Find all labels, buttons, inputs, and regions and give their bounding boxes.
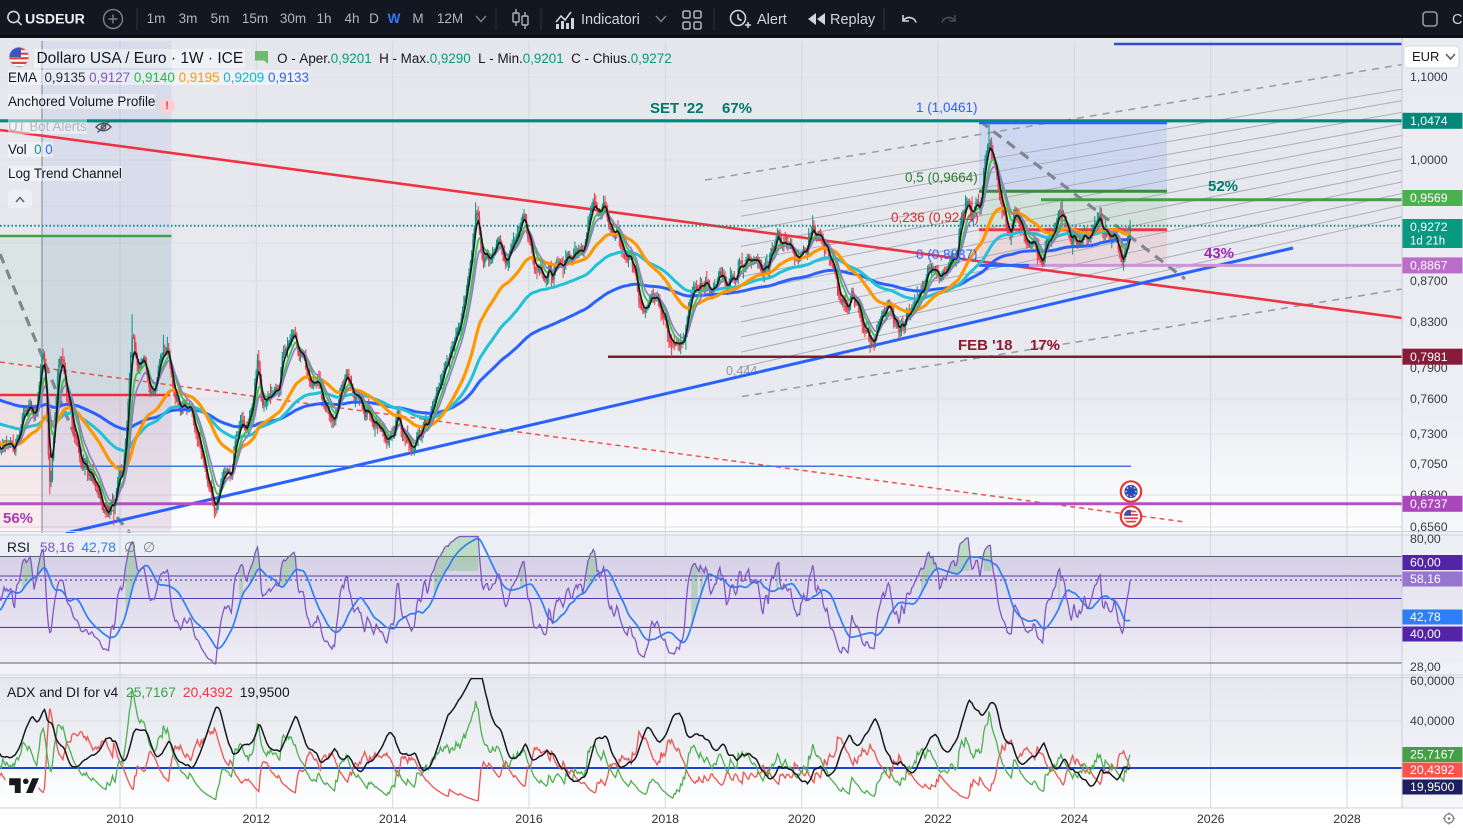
svg-text:1d 21h: 1d 21h bbox=[1410, 236, 1445, 248]
svg-text:USDEUR: USDEUR bbox=[25, 12, 85, 28]
svg-text:60,00: 60,00 bbox=[1410, 556, 1441, 570]
svg-text:52%: 52% bbox=[1208, 178, 1238, 195]
svg-text:RSI 58,1642,78∅∅: RSI 58,16 42,78 ∅ ∅ bbox=[7, 540, 155, 555]
svg-text:2026: 2026 bbox=[1197, 812, 1225, 826]
svg-text:0,8867: 0,8867 bbox=[1410, 259, 1448, 273]
svg-text:12M: 12M bbox=[437, 11, 463, 26]
svg-text:2010: 2010 bbox=[106, 812, 134, 826]
svg-text:0 (0,8837): 0 (0,8837) bbox=[916, 247, 978, 262]
svg-text:2014: 2014 bbox=[379, 812, 407, 826]
svg-text:0,7600: 0,7600 bbox=[1410, 392, 1448, 406]
svg-text:ADX and DI for v4 25,716720,43: ADX and DI for v4 25,7167 20,4392 19,9500 bbox=[7, 685, 290, 700]
svg-text:0,9569: 0,9569 bbox=[1410, 191, 1448, 205]
svg-text:67%: 67% bbox=[722, 100, 752, 117]
svg-text:0,9272: 0,9272 bbox=[1410, 220, 1448, 234]
svg-text:D: D bbox=[369, 11, 379, 26]
svg-text:2012: 2012 bbox=[243, 812, 271, 826]
svg-text:25,7167: 25,7167 bbox=[1410, 748, 1455, 762]
svg-text:Indicatori: Indicatori bbox=[581, 12, 640, 28]
svg-text:2020: 2020 bbox=[788, 812, 816, 826]
svg-text:0,5 (0,9664): 0,5 (0,9664) bbox=[905, 170, 978, 185]
svg-text:60,0000: 60,0000 bbox=[1410, 674, 1455, 688]
svg-text:Alert: Alert bbox=[757, 12, 787, 28]
svg-text:43%: 43% bbox=[1204, 245, 1234, 262]
svg-text:19,9500: 19,9500 bbox=[1410, 780, 1455, 794]
svg-text:1 (1,0461): 1 (1,0461) bbox=[916, 100, 978, 115]
svg-text:1h: 1h bbox=[316, 11, 331, 26]
svg-text:5m: 5m bbox=[211, 11, 230, 26]
svg-text:C: C bbox=[1452, 12, 1462, 28]
svg-text:M: M bbox=[412, 11, 423, 26]
svg-text:0,8700: 0,8700 bbox=[1410, 274, 1448, 288]
svg-text:17%: 17% bbox=[1030, 337, 1060, 354]
svg-text:1,1000: 1,1000 bbox=[1410, 70, 1448, 84]
svg-text:0,7981: 0,7981 bbox=[1410, 350, 1448, 364]
svg-text:2016: 2016 bbox=[515, 812, 543, 826]
svg-text:1m: 1m bbox=[147, 11, 166, 26]
svg-text:2022: 2022 bbox=[924, 812, 952, 826]
svg-text:EUR: EUR bbox=[1412, 49, 1439, 64]
svg-text:56%: 56% bbox=[3, 510, 33, 527]
svg-text:0,8300: 0,8300 bbox=[1410, 315, 1448, 329]
svg-text:Replay: Replay bbox=[830, 12, 876, 28]
svg-text:FEB '18: FEB '18 bbox=[958, 337, 1012, 354]
svg-text:1,0474: 1,0474 bbox=[1410, 114, 1448, 128]
svg-text:40,00: 40,00 bbox=[1410, 627, 1441, 641]
svg-text:42,78: 42,78 bbox=[1410, 610, 1441, 624]
svg-text:3m: 3m bbox=[179, 11, 198, 26]
svg-text:1,0000: 1,0000 bbox=[1410, 153, 1448, 167]
svg-text:2028: 2028 bbox=[1333, 812, 1361, 826]
svg-text:15m: 15m bbox=[242, 11, 268, 26]
svg-text:0,7050: 0,7050 bbox=[1410, 457, 1448, 471]
svg-text:2018: 2018 bbox=[652, 812, 680, 826]
svg-text:40,0000: 40,0000 bbox=[1410, 714, 1455, 728]
svg-text:58,16: 58,16 bbox=[1410, 572, 1441, 586]
svg-text:28,00: 28,00 bbox=[1410, 660, 1441, 674]
svg-text:0,7300: 0,7300 bbox=[1410, 427, 1448, 441]
svg-text:0,6737: 0,6737 bbox=[1410, 497, 1448, 511]
svg-text:2024: 2024 bbox=[1061, 812, 1089, 826]
svg-text:4h: 4h bbox=[344, 11, 359, 26]
svg-text:0,236 (0,9244): 0,236 (0,9244) bbox=[891, 210, 979, 225]
svg-text:30m: 30m bbox=[280, 11, 306, 26]
svg-text:W: W bbox=[388, 11, 401, 26]
svg-text:80,00: 80,00 bbox=[1410, 532, 1441, 546]
svg-text:20,4392: 20,4392 bbox=[1410, 763, 1455, 777]
